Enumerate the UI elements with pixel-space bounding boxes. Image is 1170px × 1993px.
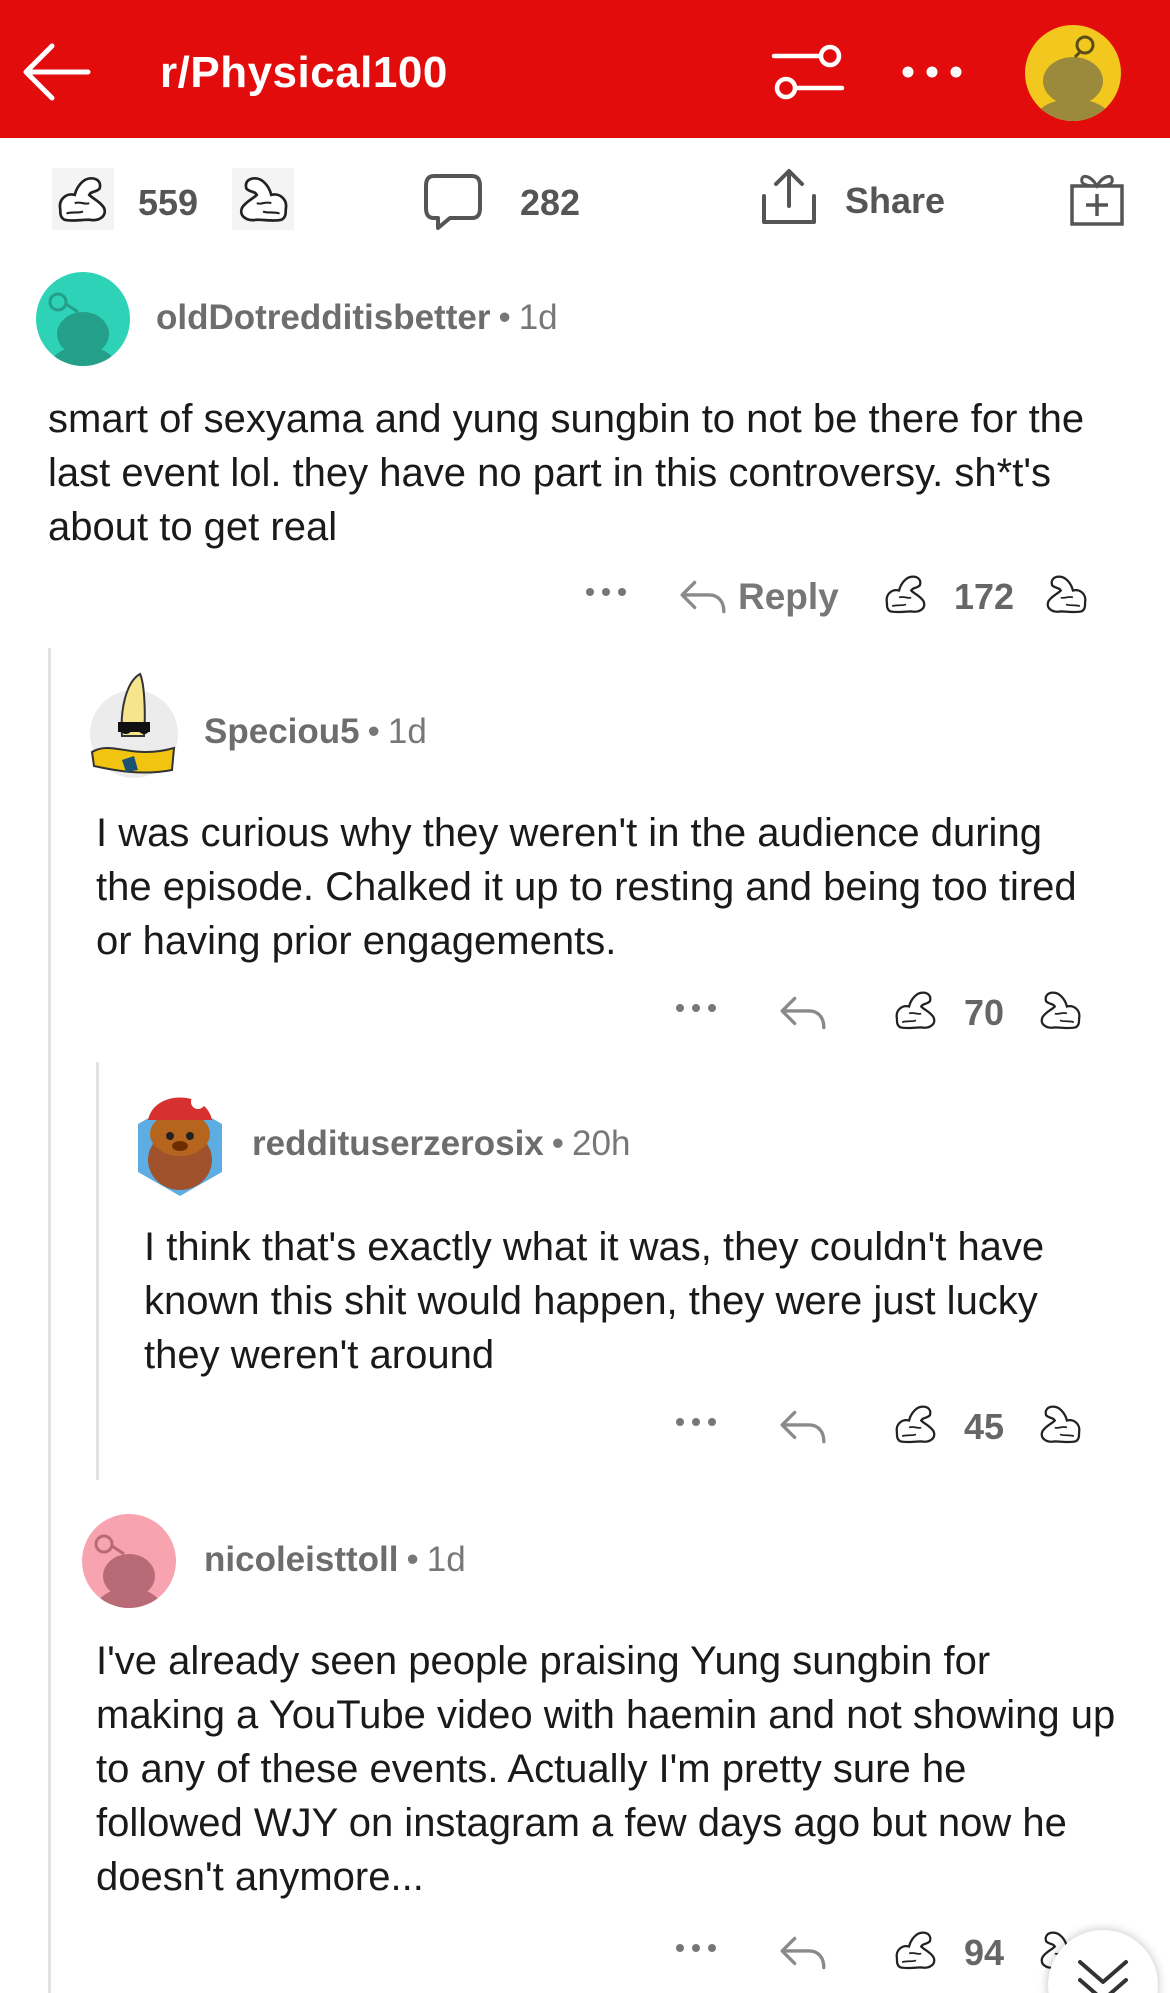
comment-meta: oldDotredditisbetter • 1d (156, 298, 558, 338)
banana-avatar-icon (90, 672, 178, 778)
comment-meta: nicoleisttoll • 1d (204, 1540, 466, 1580)
bear-avatar-icon (138, 1095, 222, 1196)
flexed-arm-downvote-icon[interactable] (232, 168, 294, 230)
flexed-arm-upvote-icon[interactable] (890, 984, 942, 1036)
comment-username[interactable]: reddituserzerosix (252, 1124, 544, 1163)
share-button-label[interactable]: Share (845, 180, 945, 222)
flexed-arm-upvote-icon[interactable] (890, 1924, 942, 1976)
comment-username[interactable]: oldDotredditisbetter (156, 298, 490, 337)
comment-actions: 70 (0, 984, 1170, 1044)
comment-actions: Reply 172 (0, 568, 1170, 628)
more-options-icon[interactable] (584, 582, 628, 602)
comment-bubble-icon[interactable] (422, 172, 484, 232)
avatar[interactable] (36, 272, 130, 366)
back-arrow-icon[interactable] (22, 36, 94, 108)
more-options-icon[interactable] (674, 998, 718, 1018)
flexed-arm-upvote-icon[interactable] (880, 568, 932, 620)
comment-body: I was curious why they weren't in the au… (96, 811, 1077, 963)
subreddit-title[interactable]: r/Physical100 (160, 48, 448, 98)
flexed-arm-downvote-icon[interactable] (1034, 984, 1086, 1036)
reply-icon[interactable] (778, 1928, 828, 1978)
comment-actions: 45 (0, 1398, 1170, 1458)
comment: nicoleisttoll • 1d I've already seen peopl… (0, 1512, 1170, 1993)
post-comment-count: 282 (520, 182, 581, 223)
snoo-avatar-icon (47, 292, 119, 366)
comment-score: 70 (964, 992, 1005, 1033)
reply-icon[interactable] (778, 988, 828, 1038)
more-options-icon[interactable] (674, 1412, 718, 1432)
separator: • (367, 712, 380, 751)
filter-sliders-icon[interactable] (770, 42, 846, 102)
post-action-bar: 559 282 Share (0, 138, 1170, 266)
comment-username[interactable]: Speciou5 (204, 712, 360, 751)
comment: Speciou5 • 1d I was curious why they weren… (0, 666, 1170, 1046)
comment-actions: 94 (0, 1924, 1170, 1984)
comment-body: I think that's exactly what it was, they… (144, 1225, 1045, 1377)
comment-meta: Speciou5 • 1d (204, 712, 427, 752)
separator: • (551, 1124, 565, 1163)
avatar[interactable] (134, 1080, 226, 1196)
flexed-arm-upvote-icon[interactable] (890, 1398, 942, 1450)
flexed-arm-upvote-icon[interactable] (52, 168, 114, 230)
flexed-arm-downvote-icon[interactable] (1040, 568, 1092, 620)
snoo-avatar-icon (93, 1534, 165, 1608)
reply-icon[interactable] (678, 572, 728, 622)
user-avatar[interactable] (1025, 25, 1121, 121)
post-vote-count: 559 (138, 182, 199, 223)
separator: • (406, 1540, 419, 1579)
comment-username[interactable]: nicoleisttoll (204, 1540, 398, 1579)
avatar[interactable] (82, 670, 180, 778)
comment-meta: reddituserzerosix • 20h (252, 1124, 630, 1164)
award-gift-icon[interactable] (1068, 168, 1126, 228)
reply-icon[interactable] (778, 1402, 828, 1452)
avatar[interactable] (82, 1514, 176, 1608)
comment-age: 1d (518, 298, 558, 337)
comment-age: 1d (426, 1540, 466, 1579)
comment-score: 45 (964, 1406, 1005, 1447)
next-comment-button[interactable] (1048, 1930, 1158, 1993)
comment-age: 1d (387, 712, 427, 751)
share-upload-icon[interactable] (758, 166, 820, 230)
comment-score: 172 (954, 576, 1015, 617)
comment-body: I've already seen people praising Yung s… (96, 1639, 1116, 1899)
separator: • (498, 298, 511, 337)
user-avatar-icon (1037, 35, 1109, 121)
reply-button[interactable]: Reply (738, 576, 839, 618)
top-app-bar: r/Physical100 (0, 0, 1170, 138)
double-chevron-down-icon (1078, 1960, 1128, 1993)
comment: reddituserzerosix • 20h I think that's exa… (0, 1080, 1170, 1460)
comment-age: 20h (572, 1124, 631, 1163)
comment-body: smart of sexyama and yung sungbin to not… (48, 397, 1085, 549)
comment-score: 94 (964, 1932, 1005, 1973)
more-options-icon[interactable] (674, 1938, 718, 1958)
flexed-arm-downvote-icon[interactable] (1034, 1398, 1086, 1450)
comment: oldDotredditisbetter • 1d smart of sexyama… (0, 266, 1170, 626)
more-horizontal-icon[interactable] (900, 52, 964, 92)
